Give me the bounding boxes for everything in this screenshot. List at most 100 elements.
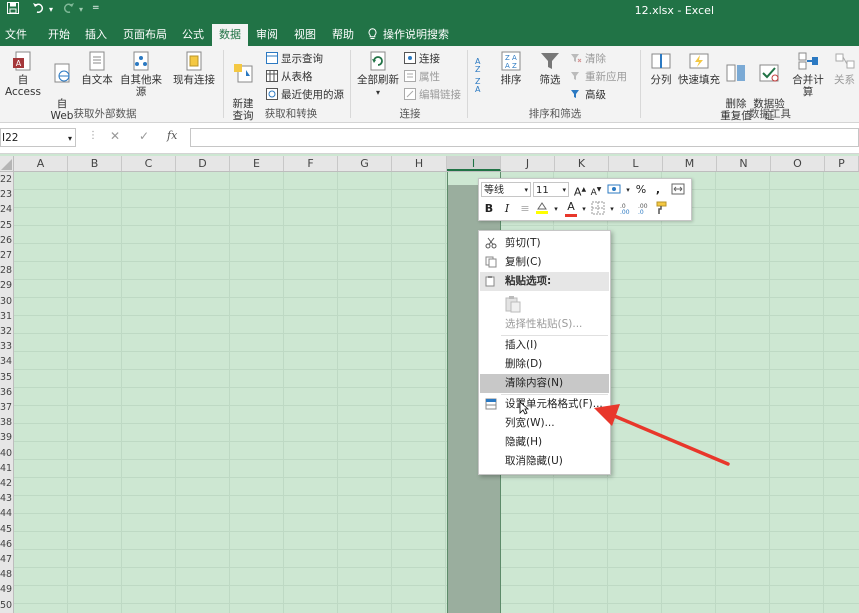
clear-filter-button[interactable]: 清除 — [570, 50, 606, 68]
column-header-l[interactable]: L — [609, 156, 663, 171]
confirm-icon[interactable]: ✓ — [139, 129, 149, 143]
row-header[interactable]: 47 — [0, 552, 13, 567]
text-to-columns-button[interactable]: 分列 — [645, 50, 677, 86]
row-header[interactable]: 42 — [0, 476, 13, 491]
recent-sources-button[interactable]: 最近使用的源 — [266, 86, 344, 104]
comma-style-button[interactable]: , — [651, 182, 665, 198]
column-header-p[interactable]: P — [825, 156, 859, 171]
insert-function-icon[interactable]: fx — [167, 129, 177, 142]
row-header[interactable]: 29 — [0, 278, 13, 293]
row-header[interactable]: 37 — [0, 400, 13, 415]
from-access-button[interactable]: A 自 Access — [0, 50, 46, 98]
row-header[interactable]: 40 — [0, 446, 13, 461]
from-text-button[interactable]: 自文本 — [79, 50, 115, 86]
column-header-i[interactable]: I — [447, 156, 501, 171]
column-header-e[interactable]: E — [230, 156, 284, 171]
row-header[interactable]: 35 — [0, 370, 13, 385]
row-header[interactable]: 38 — [0, 415, 13, 430]
format-painter-button[interactable] — [655, 201, 671, 217]
reapply-button[interactable]: 重新应用 — [570, 68, 627, 86]
column-header-b[interactable]: B — [68, 156, 122, 171]
fill-color-button[interactable] — [535, 201, 551, 217]
menu-item-cut[interactable]: 剪切(T) — [480, 234, 609, 253]
properties-button[interactable]: 属性 — [404, 68, 440, 86]
row-header[interactable]: 34 — [0, 354, 13, 369]
row-header[interactable]: 50 — [0, 598, 13, 613]
column-header-d[interactable]: D — [176, 156, 230, 171]
column-header-h[interactable]: H — [392, 156, 447, 171]
cell-grid[interactable] — [14, 172, 859, 613]
row-header[interactable]: 25 — [0, 218, 13, 233]
borders-button[interactable] — [591, 201, 607, 217]
accounting-format-button[interactable] — [607, 182, 623, 198]
row-header[interactable]: 46 — [0, 537, 13, 552]
tab-home[interactable]: 开始 — [40, 24, 78, 46]
filter-button[interactable]: 筛选 — [534, 50, 566, 86]
refresh-all-button[interactable]: 全部刷新 ▾ — [354, 50, 402, 99]
increase-font-button[interactable]: A▲ — [573, 182, 587, 199]
row-header[interactable]: 48 — [0, 567, 13, 582]
tab-help[interactable]: 帮助 — [325, 24, 361, 46]
row-header[interactable]: 31 — [0, 309, 13, 324]
font-name-select[interactable]: 等线 ▾ — [481, 182, 531, 197]
column-header-o[interactable]: O — [771, 156, 825, 171]
tab-file[interactable]: 文件 — [0, 24, 32, 46]
align-center-icon[interactable]: ≡ — [518, 201, 532, 217]
from-other-sources-button[interactable]: 自其他来源 — [115, 50, 167, 98]
cancel-icon[interactable]: ✕ — [110, 129, 120, 143]
column-header-f[interactable]: F — [284, 156, 338, 171]
borders-dropdown-icon[interactable]: ▾ — [608, 201, 616, 217]
column-header-g[interactable]: G — [338, 156, 392, 171]
flash-fill-button[interactable]: 快速填充 — [677, 50, 721, 86]
column-header-m[interactable]: M — [663, 156, 717, 171]
tab-formulas[interactable]: 公式 — [176, 24, 210, 46]
existing-connections-button[interactable]: 现有连接 — [170, 50, 218, 86]
menu-item-paste-special[interactable]: 选择性粘贴(S)... — [480, 315, 609, 334]
name-box-dropdown-icon[interactable]: ▾ — [68, 129, 72, 148]
column-header-k[interactable]: K — [555, 156, 609, 171]
connections-button[interactable]: 连接 — [404, 50, 440, 68]
tab-insert[interactable]: 插入 — [78, 24, 114, 46]
sort-button[interactable]: Z AA Z 排序 — [496, 50, 526, 86]
row-header[interactable]: 30 — [0, 294, 13, 309]
name-box[interactable]: I22 ▾ — [0, 128, 76, 147]
font-color-dropdown-icon[interactable]: ▾ — [580, 201, 588, 217]
tab-view[interactable]: 视图 — [287, 24, 323, 46]
tab-page-layout[interactable]: 页面布局 — [114, 24, 176, 46]
accounting-dropdown-icon[interactable]: ▾ — [624, 182, 632, 198]
row-header[interactable]: 43 — [0, 491, 13, 506]
menu-item-copy[interactable]: 复制(C) — [480, 253, 609, 272]
sort-az-button[interactable]: AZZA — [474, 54, 492, 92]
row-header[interactable]: 32 — [0, 324, 13, 339]
decrease-decimal-button[interactable]: .00.0 — [637, 201, 653, 217]
tab-tell-me[interactable]: 操作说明搜索 — [368, 24, 458, 46]
menu-item-insert[interactable]: 插入(I) — [480, 336, 609, 355]
menu-item-clear-contents[interactable]: 清除内容(N) — [480, 374, 609, 393]
row-header[interactable]: 24 — [0, 202, 13, 217]
edit-links-button[interactable]: 编辑链接 — [404, 86, 461, 104]
fill-color-dropdown-icon[interactable]: ▾ — [552, 201, 560, 217]
font-size-select[interactable]: 11 ▾ — [533, 182, 569, 197]
bold-button[interactable]: B — [482, 201, 496, 217]
show-queries-button[interactable]: 显示查询 — [266, 50, 323, 68]
row-header[interactable]: 49 — [0, 582, 13, 597]
advanced-filter-button[interactable]: 高级 — [570, 86, 606, 104]
row-header[interactable]: 28 — [0, 263, 13, 278]
consolidate-button[interactable]: 合并计算 — [788, 50, 828, 98]
increase-decimal-button[interactable]: .0.00 — [619, 201, 635, 217]
column-header-c[interactable]: C — [122, 156, 176, 171]
font-color-button[interactable]: A — [563, 200, 579, 217]
tab-data[interactable]: 数据 — [212, 24, 248, 46]
relationships-button[interactable]: 关系 — [830, 50, 859, 86]
formula-input[interactable] — [190, 128, 859, 147]
row-header[interactable]: 33 — [0, 339, 13, 354]
column-header-j[interactable]: J — [501, 156, 555, 171]
row-header[interactable]: 44 — [0, 506, 13, 521]
menu-item-delete[interactable]: 删除(D) — [480, 355, 609, 374]
row-header[interactable]: 27 — [0, 248, 13, 263]
row-header[interactable]: 45 — [0, 522, 13, 537]
row-header[interactable]: 39 — [0, 430, 13, 445]
paste-option-button[interactable] — [505, 295, 521, 313]
from-table-button[interactable]: 从表格 — [266, 68, 313, 86]
row-header[interactable]: 22 — [0, 172, 13, 187]
